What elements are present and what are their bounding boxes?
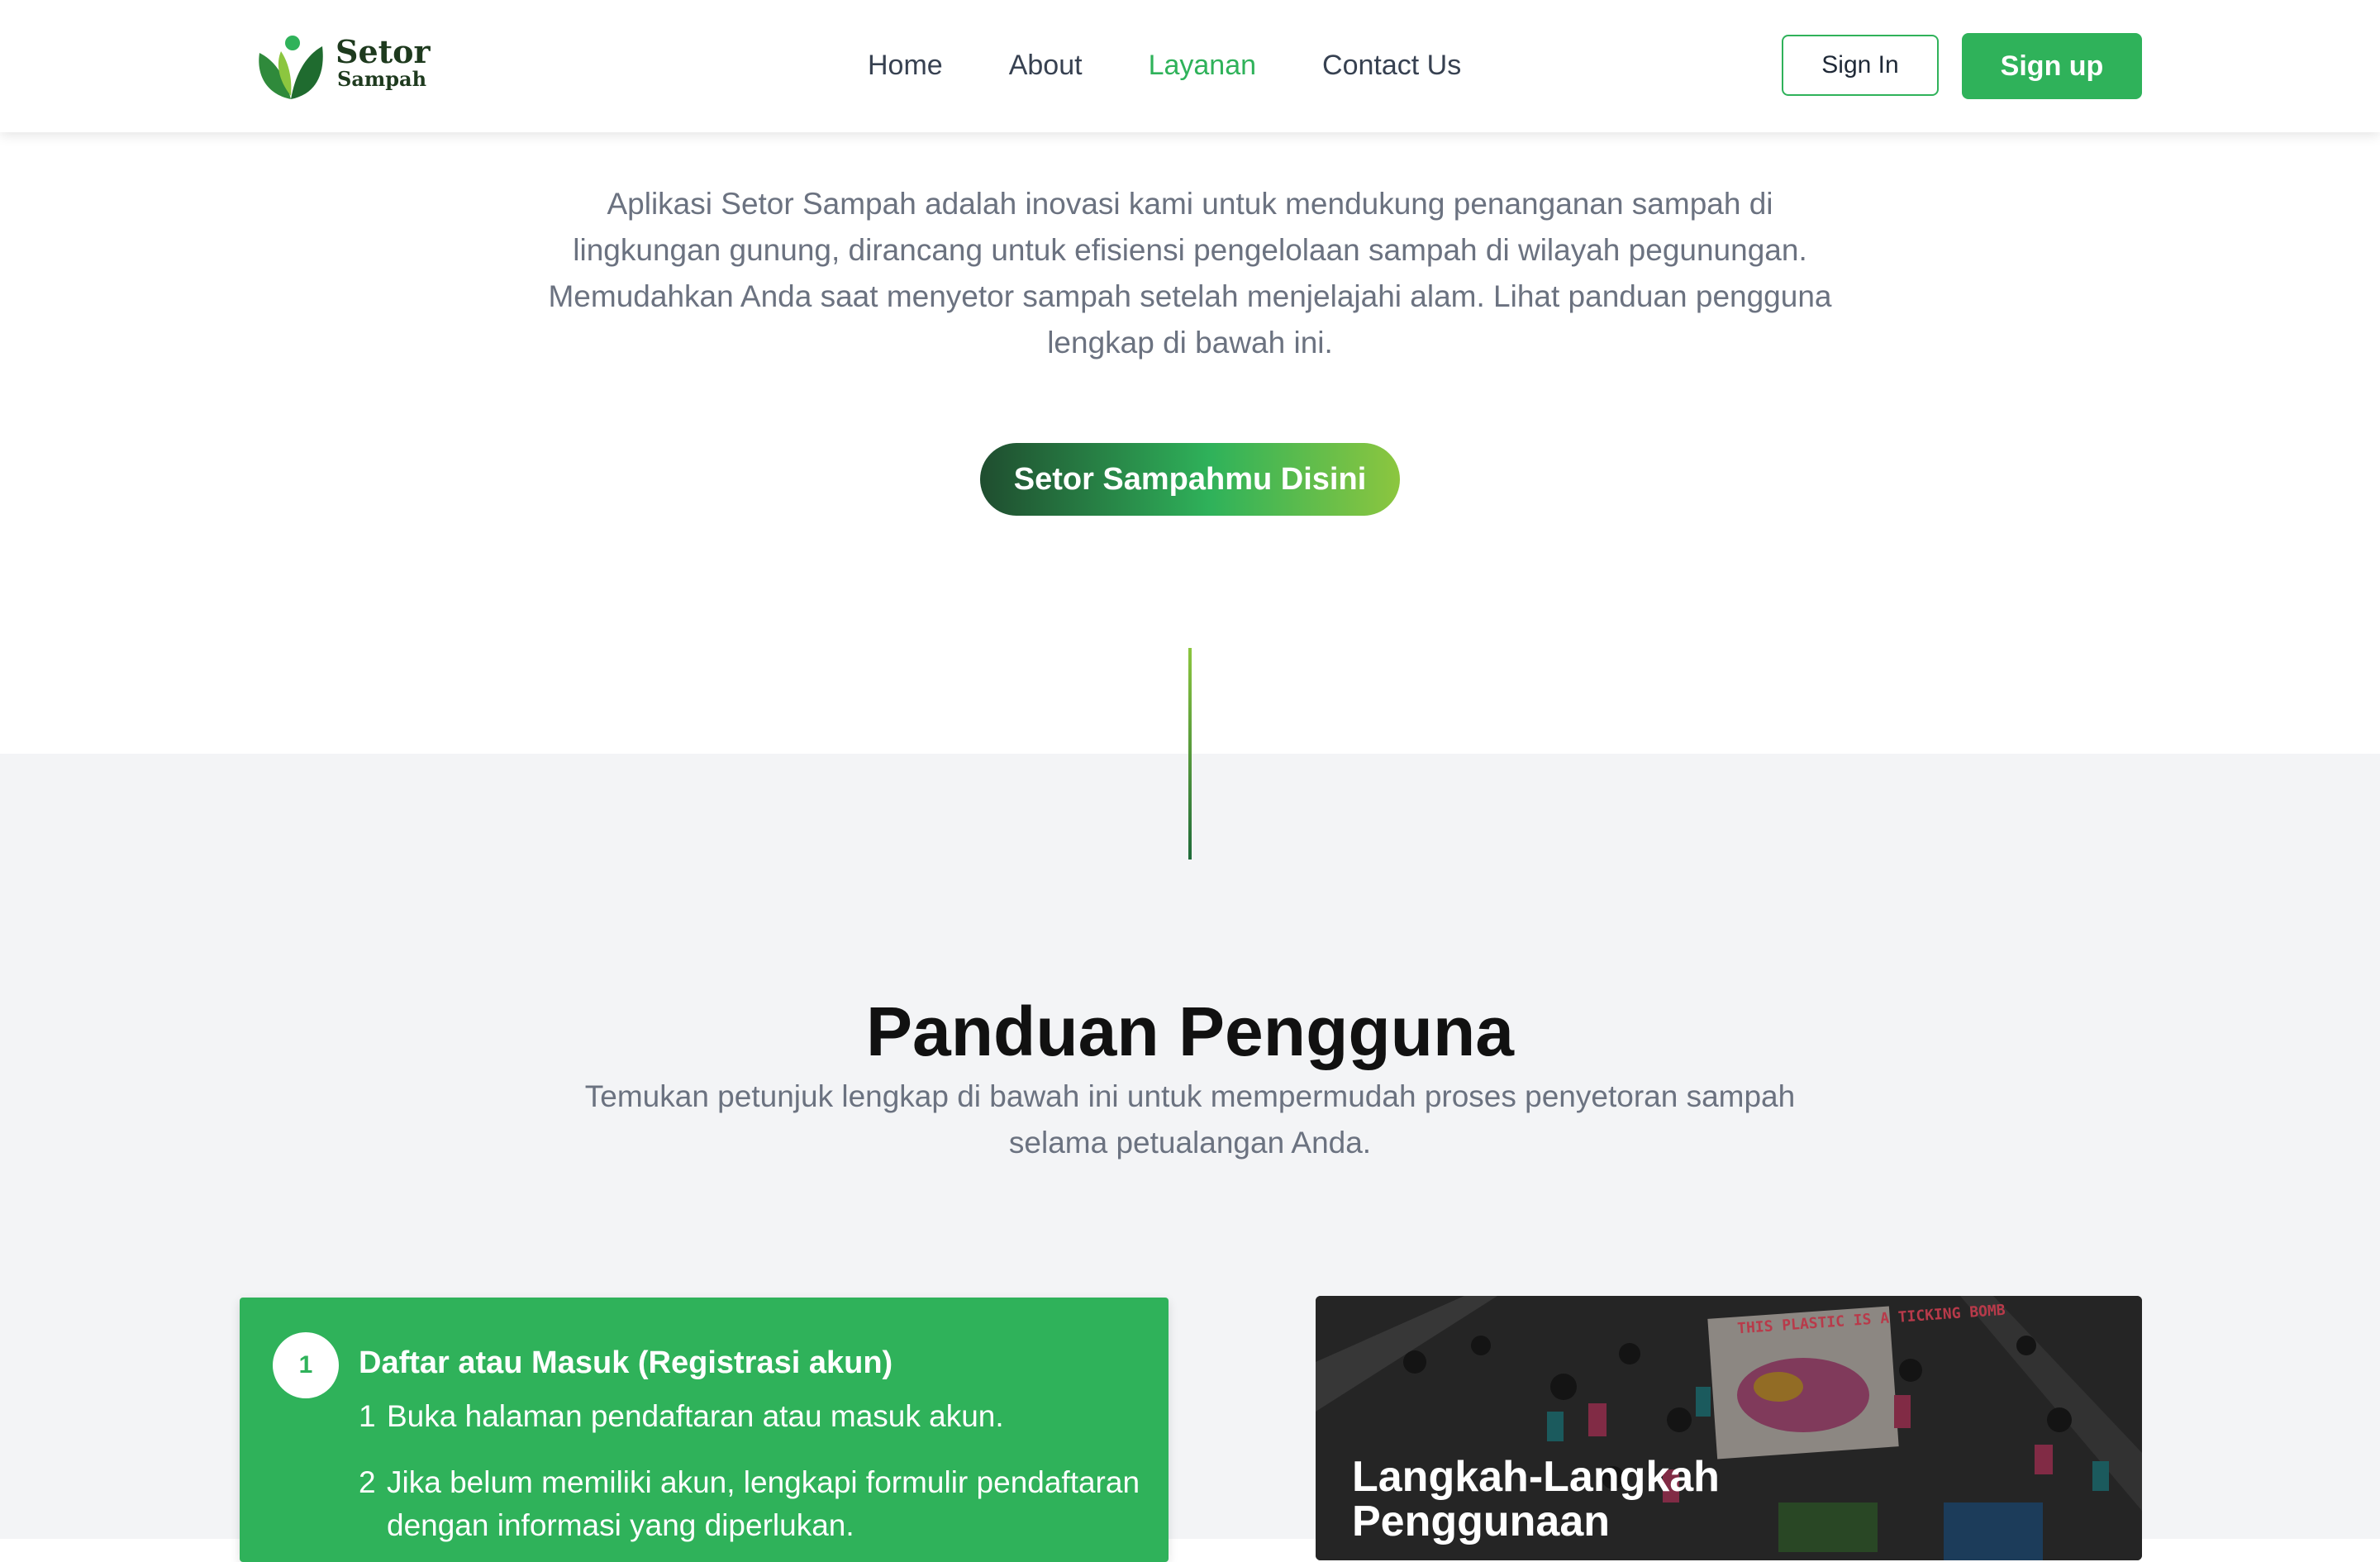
logo-subtext: Sampah (337, 67, 427, 91)
list-item-text: Jika belum memiliki akun, lengkapi formu… (387, 1465, 1140, 1542)
step-number-badge: 1 (273, 1332, 339, 1398)
list-item-index: 2 (359, 1465, 376, 1499)
hero-description: Aplikasi Setor Sampah adalah inovasi kam… (548, 187, 1832, 360)
guide-title: Panduan Pengguna (865, 992, 1515, 1070)
nav-home[interactable]: Home (868, 45, 943, 86)
logo-text: Setor (336, 33, 431, 70)
list-item: 2 Jika belum memiliki akun, lengkapi for… (359, 1461, 1152, 1547)
guide-image-card[interactable]: THIS PLASTIC IS A TICKING BOMB Langkah-L… (1316, 1296, 2142, 1560)
vertical-divider (1188, 648, 1192, 860)
main-nav: Home About Layanan Contact Us (868, 45, 1461, 86)
image-card-title: Langkah-Langkah Penggunaan (1352, 1453, 1720, 1545)
step-card[interactable]: 1 Daftar atau Masuk (Registrasi akun) 1 … (240, 1298, 1169, 1562)
setor-sampah-cta-button[interactable]: Setor Sampahmu Disini (980, 443, 1400, 516)
sign-in-button[interactable]: Sign In (1782, 35, 1939, 96)
leaf-logo-icon (259, 36, 323, 99)
nav-about[interactable]: About (1009, 45, 1083, 86)
nav-layanan[interactable]: Layanan (1149, 45, 1256, 86)
list-item: 1 Buka halaman pendaftaran atau masuk ak… (359, 1395, 1152, 1438)
site-header: Setor Sampah Home About Layanan Contact … (0, 0, 2380, 132)
nav-contact-us[interactable]: Contact Us (1322, 45, 1461, 86)
logo[interactable]: Setor Sampah (251, 30, 433, 104)
guide-description: Temukan petunjuk lengkap di bawah ini un… (584, 1079, 1796, 1160)
list-item-index: 1 (359, 1399, 376, 1433)
step-list: 1 Buka halaman pendaftaran atau masuk ak… (359, 1395, 1152, 1562)
step-title: Daftar atau Masuk (Registrasi akun) (359, 1345, 893, 1380)
list-item-text: Buka halaman pendaftaran atau masuk akun… (387, 1399, 1004, 1433)
sign-up-button[interactable]: Sign up (1962, 33, 2142, 99)
